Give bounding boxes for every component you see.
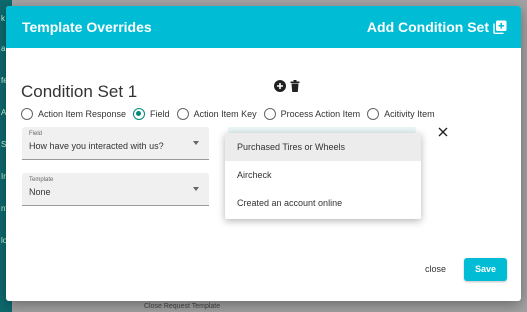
- dialog-header: Template Overrides Add Condition Set: [6, 6, 521, 48]
- radio-action-item-response[interactable]: Action Item Response: [21, 108, 126, 120]
- condition-type-radio-group: Action Item Response Field Action Item K…: [21, 108, 442, 120]
- radio-circle: [367, 108, 380, 120]
- radio-circle: [21, 108, 33, 120]
- dropdown-arrow-icon: [193, 187, 199, 191]
- background-sidebar-text: a: [1, 44, 6, 53]
- condition-set-actions: [274, 80, 300, 92]
- field-value-dropdown-menu: Purchased Tires or Wheels Aircheck Creat…: [225, 133, 421, 219]
- radio-circle: [176, 108, 189, 120]
- add-circle-icon[interactable]: [274, 80, 286, 92]
- template-select-value: None: [29, 187, 51, 197]
- dropdown-option[interactable]: Aircheck: [225, 161, 421, 189]
- radio-action-item-key[interactable]: Action Item Key: [176, 108, 257, 120]
- field-select-value: How have you interacted with us?: [29, 141, 164, 151]
- template-select-label: Template: [29, 177, 54, 183]
- radio-label: Field: [150, 109, 170, 119]
- radio-circle: [133, 108, 146, 120]
- dropdown-option[interactable]: Purchased Tires or Wheels: [225, 133, 421, 161]
- radio-activity-item[interactable]: Acitivity Item: [367, 108, 435, 120]
- field-select[interactable]: Field How have you interacted with us?: [22, 127, 209, 160]
- add-library-icon: [493, 20, 507, 34]
- background-sidebar-text: k: [1, 14, 5, 23]
- close-button[interactable]: close: [425, 264, 446, 274]
- radio-label: Action Item Key: [193, 109, 257, 119]
- field-select-label: Field: [29, 131, 43, 137]
- background-template-text: Close Request Template: [144, 303, 221, 310]
- add-condition-set-label: Add Condition Set: [366, 19, 489, 35]
- dropdown-arrow-icon: [193, 141, 199, 145]
- radio-label: Acitivity Item: [384, 109, 435, 119]
- save-button[interactable]: Save: [464, 258, 507, 281]
- radio-circle: [263, 108, 276, 120]
- condition-set-title: Condition Set 1: [21, 82, 138, 101]
- radio-field[interactable]: Field: [133, 108, 170, 120]
- template-overrides-dialog: Template Overrides Add Condition Set Con…: [6, 6, 521, 301]
- radio-label: Action Item Response: [38, 109, 127, 119]
- template-select[interactable]: Template None: [22, 173, 209, 206]
- dialog-title: Template Overrides: [22, 19, 152, 35]
- close-icon[interactable]: [438, 127, 448, 137]
- radio-label: Process Action Item: [280, 109, 361, 119]
- dropdown-option[interactable]: Created an account online: [225, 189, 421, 217]
- add-condition-set-button[interactable]: Add Condition Set: [367, 19, 507, 35]
- radio-process-action-item[interactable]: Process Action Item: [263, 108, 361, 120]
- trash-icon[interactable]: [290, 80, 300, 92]
